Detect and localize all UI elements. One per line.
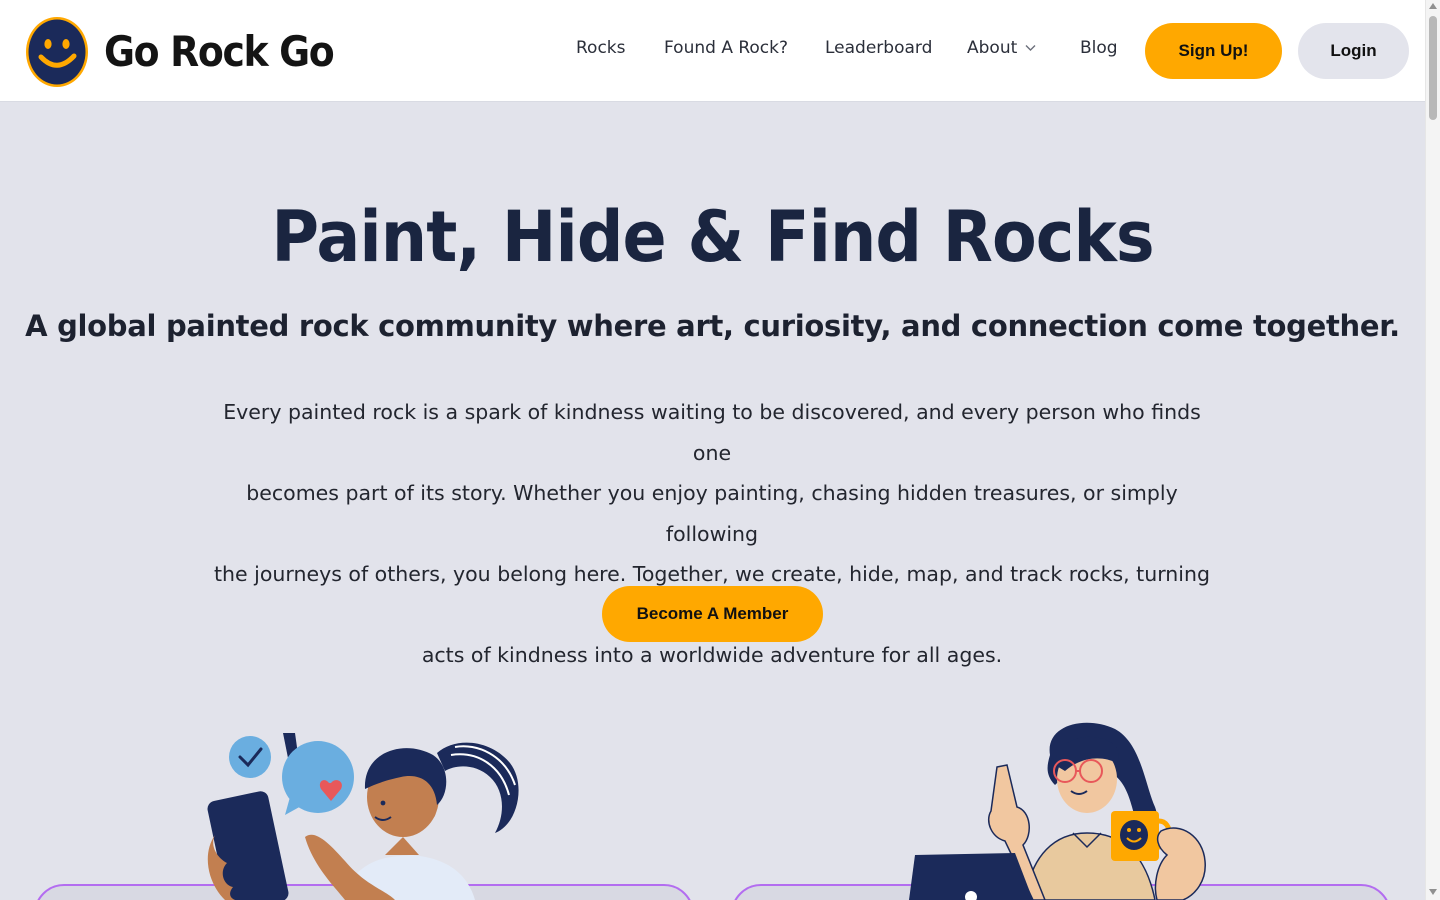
- scroll-down-arrow[interactable]: [1429, 889, 1437, 895]
- smiley-rock-logo-icon: [26, 17, 88, 87]
- nav-item-blog[interactable]: Blog: [1080, 38, 1118, 58]
- site-header: Go Rock Go Rocks Found A Rock? Leaderboa…: [0, 0, 1425, 102]
- brand-name: Go Rock Go: [104, 26, 335, 76]
- hero-description-line: Every painted rock is a spark of kindnes…: [223, 400, 1201, 465]
- hero-description-line: becomes part of its story. Whether you e…: [246, 481, 1178, 546]
- hero-subtitle: A global painted rock community where ar…: [25, 309, 1400, 343]
- nav-item-found-a-rock[interactable]: Found A Rock?: [664, 38, 788, 58]
- scroll-up-arrow[interactable]: [1429, 3, 1437, 9]
- brand-home-link[interactable]: Go Rock Go: [24, 14, 359, 88]
- chevron-down-icon: [1025, 45, 1036, 51]
- page-scrollbar[interactable]: [1425, 0, 1440, 900]
- woman-with-phone-illustration: [207, 733, 519, 900]
- heart-icon: [282, 741, 354, 815]
- nav-item-about[interactable]: About: [967, 38, 1036, 58]
- login-button[interactable]: Login: [1298, 23, 1409, 79]
- become-member-button[interactable]: Become A Member: [602, 586, 823, 642]
- scroll-thumb[interactable]: [1429, 16, 1437, 120]
- nav-item-about-label: About: [967, 38, 1018, 58]
- signup-button[interactable]: Sign Up!: [1145, 23, 1282, 79]
- nav-item-leaderboard[interactable]: Leaderboard: [825, 38, 932, 58]
- nav-item-rocks[interactable]: Rocks: [576, 38, 626, 58]
- hero-title: Paint, Hide & Find Rocks: [271, 196, 1154, 278]
- check-icon: [229, 736, 271, 778]
- woman-with-laptop-illustration: [909, 722, 1206, 900]
